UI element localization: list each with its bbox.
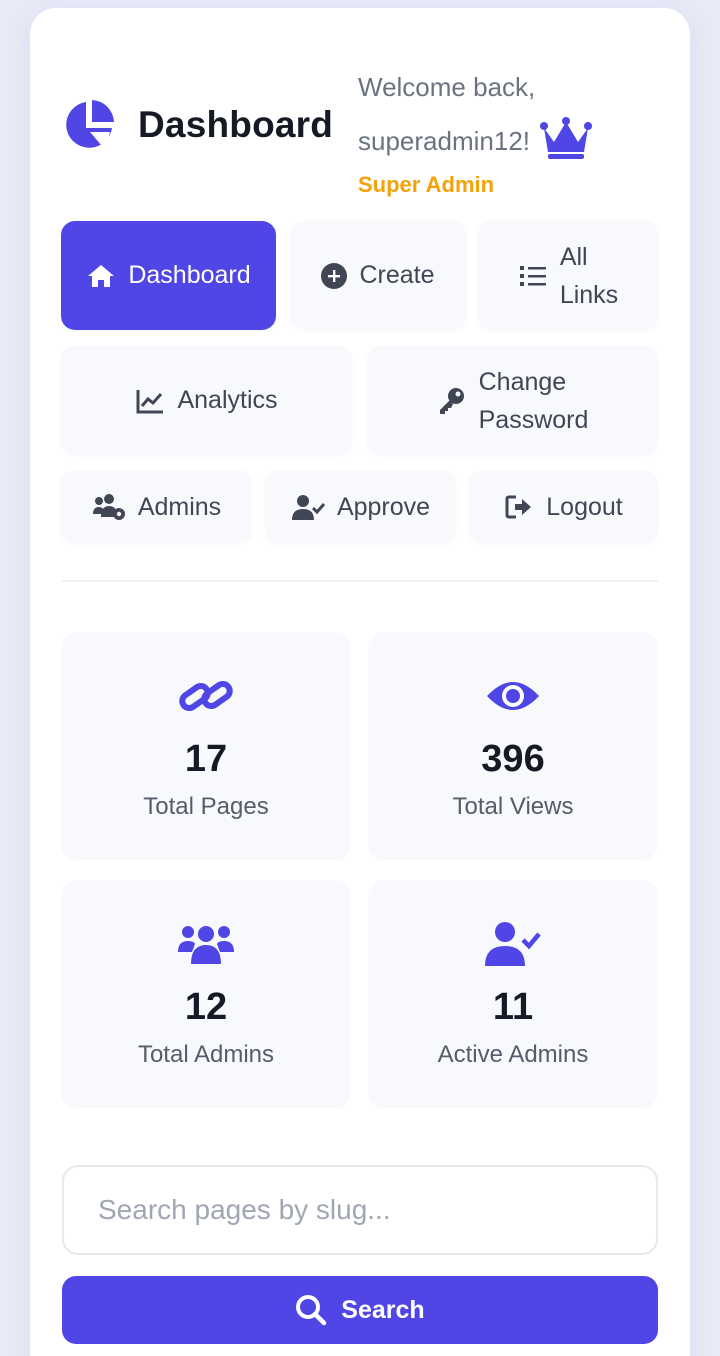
- welcome-text: Welcome back,: [358, 72, 536, 102]
- home-icon: [88, 264, 115, 287]
- page-title: Dashboard: [138, 104, 334, 145]
- header: Dashboard Welcome back, superadmin12! Su…: [62, 60, 662, 200]
- search-icon: [296, 1295, 327, 1326]
- nav-dashboard-label: Dashboard: [128, 261, 251, 289]
- nav-all-links-label-2: Links: [559, 280, 619, 309]
- stat-value: 17: [184, 738, 228, 780]
- stat-total-admins: 12 Total Admins: [61, 880, 351, 1108]
- user-check-icon: [291, 495, 325, 520]
- search-button-label: Search: [341, 1295, 425, 1324]
- nav-logout-label: Logout: [546, 492, 623, 521]
- nav-analytics-label: Analytics: [177, 386, 278, 414]
- nav-analytics-button[interactable]: Analytics: [61, 346, 352, 455]
- stat-value: 12: [184, 986, 228, 1028]
- logout-icon: [505, 495, 532, 519]
- stat-value: 396: [481, 738, 545, 780]
- plus-circle-icon: [321, 262, 348, 289]
- pie-chart-icon: [66, 100, 114, 148]
- nav-change-password-label-2: Password: [478, 405, 589, 434]
- users-icon: [178, 926, 234, 964]
- stat-active-admins: 11 Active Admins: [368, 880, 658, 1108]
- stat-label: Total Views: [452, 793, 574, 820]
- nav-create-label: Create: [359, 261, 435, 289]
- divider: [62, 580, 658, 582]
- search-button[interactable]: Search: [62, 1276, 658, 1344]
- nav-all-links-button[interactable]: All Links: [478, 221, 658, 330]
- nav-dashboard-button[interactable]: Dashboard: [61, 221, 276, 330]
- stat-label: Active Admins: [437, 1041, 589, 1068]
- search-input[interactable]: [62, 1165, 658, 1255]
- users-cog-icon: [92, 494, 125, 520]
- nav-admins-button[interactable]: Admins: [61, 470, 252, 544]
- role-badge: Super Admin: [358, 172, 495, 197]
- list-icon: [519, 265, 546, 286]
- crown-icon: [540, 117, 592, 159]
- brand: Dashboard: [62, 98, 333, 152]
- nav-logout-button[interactable]: Logout: [469, 470, 658, 544]
- username: superadmin12!: [358, 126, 530, 156]
- link-icon: [179, 680, 233, 712]
- eye-icon: [487, 682, 539, 710]
- welcome-block: Welcome back, superadmin12! Super Admin: [358, 60, 594, 198]
- nav-all-links-label-1: All: [559, 242, 588, 271]
- nav-change-password-label-1: Change: [478, 367, 567, 396]
- nav-change-password-button[interactable]: Change Password: [367, 346, 658, 455]
- chart-line-icon: [136, 389, 164, 413]
- stat-value: 11: [492, 986, 534, 1028]
- nav-approve-button[interactable]: Approve: [265, 470, 456, 544]
- nav-create-button[interactable]: Create: [290, 221, 466, 330]
- stat-total-views: 396 Total Views: [368, 632, 658, 860]
- nav-approve-label: Approve: [336, 492, 431, 521]
- key-icon: [439, 387, 464, 414]
- stat-label: Total Admins: [137, 1041, 275, 1068]
- stat-total-pages: 17 Total Pages: [61, 632, 351, 860]
- user-check-icon: [485, 922, 541, 966]
- nav-admins-label: Admins: [137, 492, 222, 521]
- stat-label: Total Pages: [143, 793, 269, 820]
